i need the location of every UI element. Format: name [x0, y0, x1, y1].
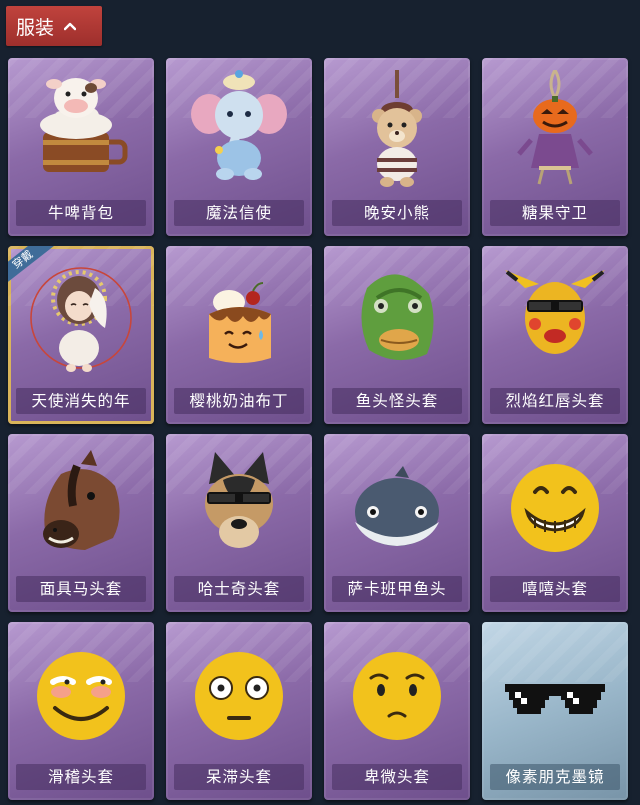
item-label: 樱桃奶油布丁	[174, 388, 304, 414]
item-card[interactable]: 烈焰红唇头套	[482, 246, 628, 424]
yellow-mask-sunglasses-icon	[505, 270, 605, 354]
humble-emoji-icon	[353, 652, 441, 740]
stunned-emoji-icon	[195, 652, 283, 740]
item-grid: 牛啤背包 魔法信使 晚安小熊 糖果守卫 穿戴 天使消失的年 樱桃奶油布丁 鱼头怪…	[8, 58, 632, 800]
fish-head-mask-icon	[361, 274, 434, 361]
item-label: 烈焰红唇头套	[490, 388, 620, 414]
chevron-up-icon	[64, 22, 77, 31]
item-card[interactable]: 魔法信使	[166, 58, 312, 236]
item-label: 晚安小熊	[332, 200, 462, 226]
item-label: 萨卡班甲鱼头	[332, 576, 462, 602]
fish-round-head-icon	[355, 466, 439, 546]
item-label: 卑微头套	[332, 764, 462, 790]
item-label: 牛啤背包	[16, 200, 146, 226]
item-label: 像素朋克墨镜	[490, 764, 620, 790]
item-card[interactable]: 牛啤背包	[8, 58, 154, 236]
funny-emoji-icon	[37, 652, 125, 740]
item-card[interactable]: 糖果守卫	[482, 58, 628, 236]
item-label: 天使消失的年	[16, 388, 146, 414]
item-label: 呆滞头套	[174, 764, 304, 790]
bear-pendant-icon	[372, 70, 422, 187]
pudding-icon	[209, 282, 271, 363]
item-card[interactable]: 樱桃奶油布丁	[166, 246, 312, 424]
item-card[interactable]: 萨卡班甲鱼头	[324, 434, 470, 612]
item-label: 鱼头怪头套	[332, 388, 462, 414]
item-label: 糖果守卫	[490, 200, 620, 226]
item-card[interactable]: 鱼头怪头套	[324, 246, 470, 424]
horse-mask-icon	[43, 450, 120, 550]
item-card[interactable]: 滑稽头套	[8, 622, 154, 800]
angel-doll-icon	[30, 267, 132, 372]
item-card[interactable]: 面具马头套	[8, 434, 154, 612]
category-header-button[interactable]: 服装	[6, 6, 102, 46]
category-title: 服装	[16, 16, 55, 39]
item-label: 嘻嘻头套	[490, 576, 620, 602]
item-card[interactable]: 晚安小熊	[324, 58, 470, 236]
husky-mask-icon	[205, 452, 273, 548]
item-card[interactable]: 卑微头套	[324, 622, 470, 800]
item-label: 魔法信使	[174, 200, 304, 226]
item-label: 滑稽头套	[16, 764, 146, 790]
pumpkin-guard-icon	[517, 70, 593, 185]
item-card[interactable]: 像素朋克墨镜	[482, 622, 628, 800]
item-label: 面具马头套	[16, 576, 146, 602]
grin-emoji-icon	[511, 464, 599, 552]
item-card-equipped[interactable]: 穿戴 天使消失的年	[8, 246, 154, 424]
item-card[interactable]: 呆滞头套	[166, 622, 312, 800]
item-label: 哈士奇头套	[174, 576, 304, 602]
pixel-sunglasses-icon	[505, 684, 605, 714]
item-card[interactable]: 嘻嘻头套	[482, 434, 628, 612]
item-card[interactable]: 哈士奇头套	[166, 434, 312, 612]
elephant-messenger-icon	[191, 70, 287, 180]
cow-beer-backpack-icon	[40, 78, 128, 172]
